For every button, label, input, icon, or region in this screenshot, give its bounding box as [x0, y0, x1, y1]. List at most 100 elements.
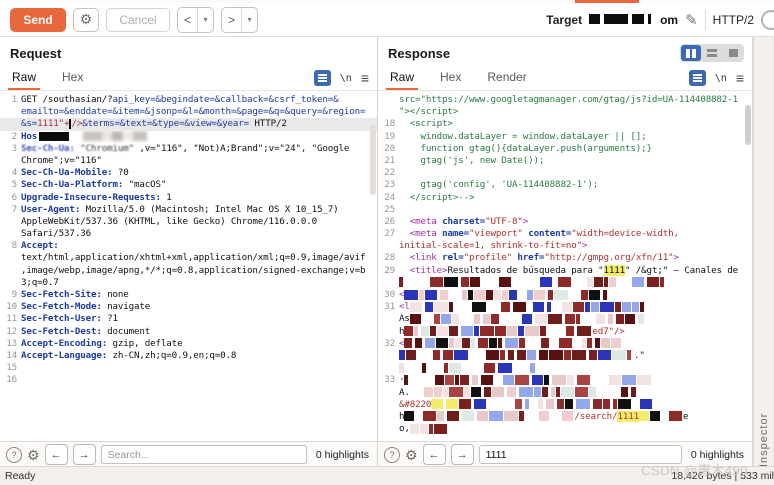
code-line: 3;q=0.7	[0, 277, 377, 289]
send-button[interactable]: Send	[10, 8, 66, 32]
code-line: AppleWebKit/537.36 (KHTML, like Gecko) C…	[0, 216, 377, 228]
forward-dropdown-chevron-icon[interactable]: ▾	[242, 8, 257, 32]
code-line: Chrome";v="116"	[0, 155, 377, 167]
edge-partial-control[interactable]	[761, 10, 774, 30]
request-menu-hamburger-icon[interactable]: ≡	[361, 70, 369, 86]
prettify-icon[interactable]	[689, 70, 706, 86]
target-host-suffix: om	[660, 13, 678, 27]
request-search-input[interactable]	[101, 445, 307, 464]
code-line: 13Accept-Encoding: gzip, deflate	[0, 338, 377, 350]
search-prev-button[interactable]: ←	[45, 444, 68, 465]
redaction-block	[648, 14, 651, 24]
repeater-toolbar: Send ⚙ Cancel < ▾ > ▾ Target om ✎ HTTP/2	[0, 3, 774, 37]
code-line: 26 <meta charset="UTF-8">	[378, 216, 752, 228]
code-line: 24 </script>-->	[378, 192, 752, 204]
response-tab-hex[interactable]: Hex	[438, 70, 463, 90]
request-highlights-count: 0 highlights	[316, 449, 369, 461]
search-help-icon[interactable]: ?	[384, 447, 400, 463]
code-line: text/html,application/xhtml+xml,applicat…	[0, 252, 377, 264]
code-line: 22	[378, 167, 752, 179]
target-section: Target om ✎ HTTP/2	[546, 10, 774, 30]
blurred-text	[83, 131, 147, 141]
code-line: 33·	[378, 374, 752, 386]
code-line: initial-scale=1, shrink-to-fit=no">	[378, 240, 752, 252]
censored-mosaic	[410, 313, 645, 324]
forward-icon[interactable]: >	[222, 8, 242, 32]
history-back-button[interactable]: < ▾	[177, 7, 214, 33]
request-editor[interactable]: 1GET /southasian/?api_key=&begindate=&ca…	[0, 91, 377, 441]
code-line: src="https://www.googletagmanager.com/gt…	[378, 94, 752, 106]
censored-mosaic	[639, 411, 650, 422]
layout-columns-icon[interactable]	[681, 45, 701, 61]
response-highlights-count: 0 highlights	[691, 449, 744, 461]
code-line: 23 gtag('config', 'UA-114408882-1');	[378, 179, 752, 191]
back-dropdown-chevron-icon[interactable]: ▾	[198, 8, 213, 32]
code-line: 5Sec-Ch-Ua-Platform: "macOS"	[0, 179, 377, 191]
censored-mosaic	[404, 289, 635, 300]
code-line: 8Accept:	[0, 240, 377, 252]
search-settings-gear-icon[interactable]: ⚙	[405, 448, 418, 462]
prettify-icon[interactable]	[314, 70, 331, 86]
layout-rows-icon[interactable]	[702, 45, 722, 61]
code-line: 25	[378, 204, 752, 216]
back-icon[interactable]: <	[178, 8, 198, 32]
request-tab-hex[interactable]: Hex	[60, 70, 85, 90]
redaction-block	[632, 14, 644, 24]
code-line: o,	[378, 423, 752, 435]
edit-target-pencil-icon[interactable]: ✎	[685, 11, 698, 29]
code-line: ,image/webp,image/apng,*/*;q=0.8,applica…	[0, 265, 377, 277]
code-line: 27 <meta name="viewport" content="width=…	[378, 228, 752, 240]
burp-repeater-window: Send ⚙ Cancel < ▾ > ▾ Target om ✎ HTTP/2…	[0, 0, 774, 485]
censored-mosaic	[399, 362, 538, 373]
search-prev-button[interactable]: ←	[423, 444, 446, 465]
code-line: 29 <title>Resultados de búsqueda para "1…	[378, 265, 752, 277]
csdn-watermark: CSDN @惠木490	[641, 460, 748, 479]
send-settings-gear-icon[interactable]: ⚙	[73, 8, 99, 32]
censored-mosaic	[410, 387, 639, 398]
response-tab-row: Raw Hex Render \n ≡	[378, 65, 752, 91]
code-line: 19 window.dataLayer = window.dataLayer |…	[378, 131, 752, 143]
request-tab-raw[interactable]: Raw	[10, 70, 38, 90]
response-tab-render[interactable]: Render	[485, 70, 528, 90]
censored-mosaic	[399, 350, 634, 361]
code-line: h/search/1111e	[378, 411, 752, 423]
redaction-block	[589, 14, 600, 24]
censored-mosaic	[650, 411, 683, 422]
redaction-block	[604, 14, 628, 24]
layout-toggle-group	[680, 44, 744, 62]
code-line: 32<	[378, 338, 752, 350]
code-line: 18 <script>	[378, 118, 752, 130]
request-scrollbar[interactable]	[370, 125, 376, 195]
code-line: ."	[378, 350, 752, 362]
response-menu-hamburger-icon[interactable]: ≡	[736, 70, 744, 86]
code-line: 16	[0, 374, 377, 386]
censored-mosaic	[404, 374, 658, 385]
search-help-icon[interactable]: ?	[6, 447, 22, 463]
inspector-collapsed-panel[interactable]: Inspector	[753, 37, 773, 467]
code-line: 20 function gtag(){dataLayer.push(argume…	[378, 143, 752, 155]
response-scrollbar[interactable]	[745, 105, 751, 145]
search-next-button[interactable]: →	[73, 444, 96, 465]
status-ready: Ready	[5, 470, 35, 482]
show-newlines-toggle[interactable]: \n	[340, 73, 352, 84]
response-panel-title: Response	[388, 46, 450, 61]
response-tab-raw[interactable]: Raw	[388, 70, 416, 90]
response-editor[interactable]: src="https://www.googletagmanager.com/gt…	[378, 91, 752, 441]
search-next-button[interactable]: →	[451, 444, 474, 465]
request-search-bar: ? ⚙ ← → 0 highlights	[0, 441, 377, 467]
cancel-button[interactable]: Cancel	[106, 8, 170, 32]
search-settings-gear-icon[interactable]: ⚙	[27, 448, 40, 462]
history-forward-button[interactable]: > ▾	[221, 7, 258, 33]
censored-mosaic	[399, 277, 672, 288]
censored-mosaic	[431, 399, 459, 410]
request-panel-title: Request	[10, 46, 61, 61]
request-tab-row: Raw Hex \n ≡	[0, 65, 377, 91]
code-line: "></script>	[378, 106, 752, 118]
code-line: As	[378, 313, 752, 325]
layout-single-icon[interactable]	[723, 45, 743, 61]
code-line: Safari/537.36	[0, 228, 377, 240]
inspector-label: Inspector	[758, 47, 770, 467]
code-line: 28 <link rel="profile" href="http://gmpg…	[378, 252, 752, 264]
code-line: 30<	[378, 289, 752, 301]
show-newlines-toggle[interactable]: \n	[715, 73, 727, 84]
